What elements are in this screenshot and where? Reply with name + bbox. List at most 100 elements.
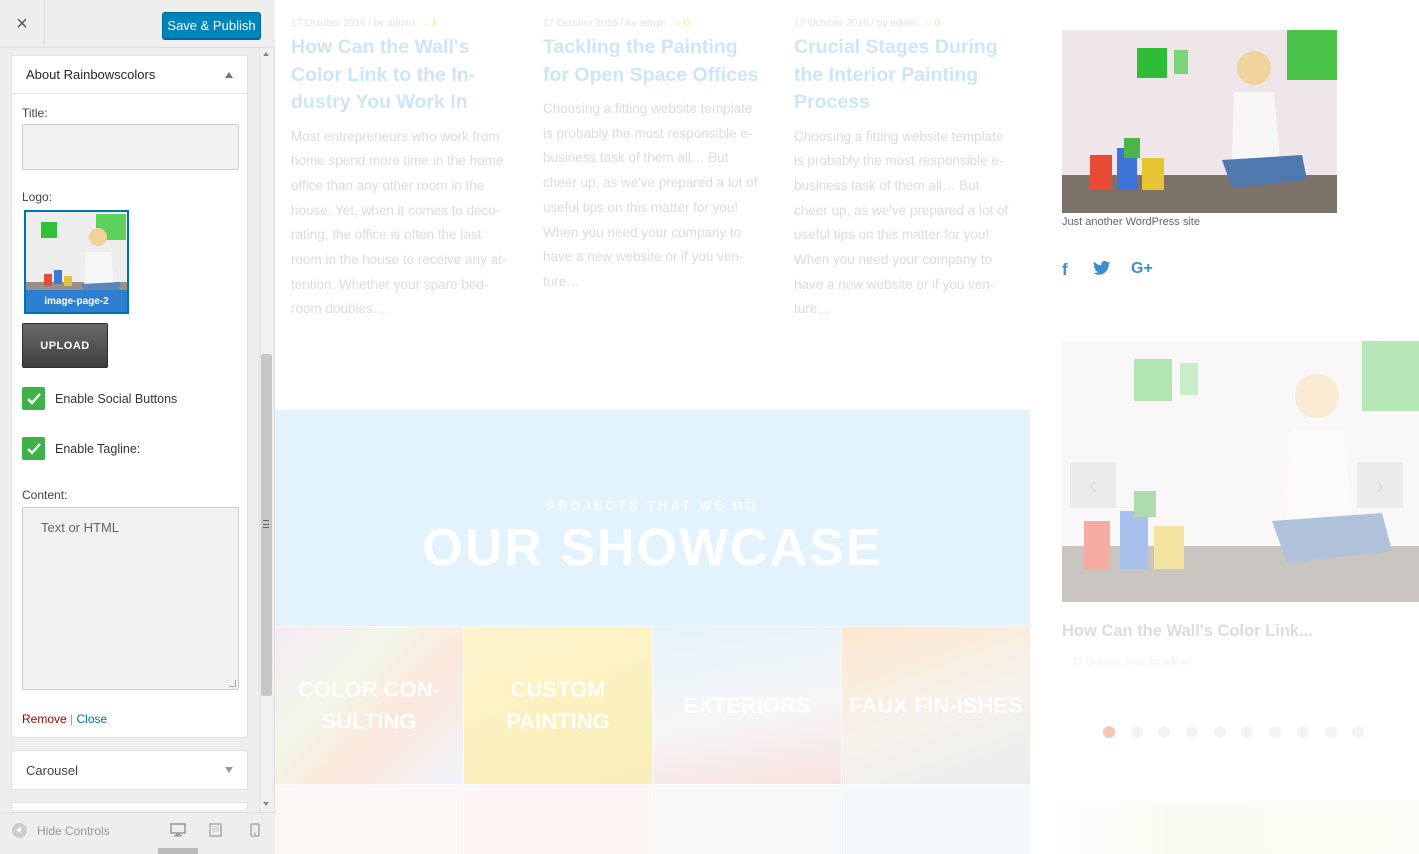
carousel-post-title[interactable]: How Can the Wall's Color Link...: [1062, 622, 1313, 641]
post-excerpt: Choosing a fitting website template is p…: [543, 101, 758, 289]
widget-actions: Remove | Close: [22, 712, 107, 726]
upload-button[interactable]: UPLOAD: [22, 323, 108, 368]
widget-carousel-header[interactable]: Carousel: [11, 750, 248, 790]
link-separator: |: [70, 712, 74, 726]
sidebar-scrollbar[interactable]: [259, 48, 273, 812]
showcase-tile[interactable]: EXTERIORS: [653, 627, 841, 784]
carousel-dot[interactable]: [1103, 726, 1115, 738]
hide-controls-label: Hide Controls: [37, 823, 110, 838]
save-publish-button[interactable]: Save & Publish: [162, 12, 261, 39]
carousel-dot[interactable]: [1186, 726, 1199, 738]
next-section-strip: [1062, 802, 1419, 854]
resize-handle-icon[interactable]: [229, 680, 236, 687]
mobile-icon[interactable]: [250, 823, 260, 842]
comment-count: 1: [431, 18, 438, 29]
carousel-prev-icon[interactable]: ‹: [1070, 462, 1116, 508]
tile-label: EXTERIORS: [683, 692, 811, 718]
hide-controls-button[interactable]: Hide Controls: [12, 823, 110, 838]
collapse-arrow-icon[interactable]: [225, 71, 233, 78]
content-placeholder: Text or HTML: [41, 520, 120, 535]
post-date-author: 17 October 2016 / by admin: [543, 18, 667, 29]
showcase-subtitle: PROJECTS THAT WE DO: [546, 498, 759, 513]
logo-label: Logo:: [22, 190, 53, 204]
checkmark-icon[interactable]: [22, 437, 45, 460]
enable-tagline-label: Enable Tagline:: [55, 441, 141, 456]
customizer-footer: Hide Controls: [0, 812, 275, 854]
twitter-icon[interactable]: [1093, 260, 1111, 281]
widget-title: About Rainbowscolors: [26, 67, 156, 82]
enable-social-checkbox[interactable]: Enable Social Buttons: [22, 387, 177, 410]
carousel-dot[interactable]: [1213, 726, 1226, 738]
post-date-author: 17 October 2016 / by admin: [794, 18, 918, 29]
post-title[interactable]: Tackling the Painting for Open Space Off…: [543, 34, 763, 89]
title-label: Title:: [22, 106, 48, 120]
site-preview: 17 October 2016 / by admin ○ 1 How Can t…: [275, 0, 1419, 854]
post-excerpt: Most entrepreneurs who work from home sp…: [291, 128, 507, 317]
comment-count: 0: [934, 18, 941, 29]
next-widget-edge: [11, 802, 248, 810]
comment-icon: ○: [422, 18, 429, 29]
logo-thumbnail[interactable]: image-page-2: [24, 210, 129, 314]
checkmark-icon[interactable]: [22, 387, 45, 410]
facebook-icon[interactable]: f: [1062, 260, 1068, 280]
post-title[interactable]: How Can the Wall's Color Link to the In-…: [291, 34, 511, 117]
carousel-post-meta: 17 October 2016 by admin: [1072, 657, 1190, 668]
carousel-dot[interactable]: [1269, 726, 1282, 738]
title-input[interactable]: [22, 124, 239, 170]
active-device-indicator: [158, 848, 198, 854]
post-date-author: 17 October 2016 / by admin: [291, 18, 415, 29]
carousel-dot[interactable]: [1324, 726, 1337, 738]
tablet-icon[interactable]: [209, 823, 222, 842]
post-meta: 17 October 2016 / by admin ○ 0: [794, 18, 1014, 34]
blog-post: 17 October 2016 / by admin ○ 0 Tackling …: [543, 18, 763, 295]
showcase-tile[interactable]: CUSTOM PAINTING: [464, 627, 652, 784]
showcase-tile-row2[interactable]: [842, 785, 1030, 854]
post-meta: 17 October 2016 / by admin ○ 0: [543, 18, 763, 34]
post-excerpt: Choosing a fitting website template is p…: [794, 128, 1009, 317]
tile-label: FAUX FIN-ISHES: [849, 692, 1023, 718]
blog-post: 17 October 2016 / by admin ○ 0 Crucial S…: [794, 18, 1014, 322]
scroll-up-icon[interactable]: [263, 52, 269, 56]
showcase-tile[interactable]: FAUX FIN-ISHES: [842, 627, 1030, 784]
post-meta: 17 October 2016 / by admin ○ 1: [291, 18, 511, 34]
logo-caption: image-page-2: [26, 290, 127, 312]
carousel-dot[interactable]: [1158, 726, 1171, 738]
showcase-section: PROJECTS THAT WE DO OUR SHOWCASE: [275, 410, 1030, 626]
widget-about-header[interactable]: About Rainbowscolors: [12, 56, 247, 94]
carousel-widget-title: Carousel: [26, 762, 79, 778]
scroll-down-icon[interactable]: [263, 802, 269, 806]
showcase-title: OUR SHOWCASE: [422, 519, 883, 577]
showcase-tile-row2[interactable]: [275, 785, 463, 854]
carousel-next-icon[interactable]: ›: [1357, 462, 1403, 508]
showcase-tile[interactable]: COLOR CON-SULTING: [275, 627, 463, 784]
remove-link[interactable]: Remove: [22, 712, 67, 726]
post-title[interactable]: Crucial Stages During the Interior Paint…: [794, 34, 1014, 117]
showcase-tile-row2[interactable]: [464, 785, 652, 854]
customizer-header: × Save & Publish: [0, 0, 275, 48]
collapse-left-icon[interactable]: [12, 823, 27, 838]
tile-label: CUSTOM PAINTING: [506, 676, 610, 734]
customizer-sidebar: × Save & Publish About Rainbowscolors Ti…: [0, 0, 275, 854]
showcase-tile-row2[interactable]: [653, 785, 841, 854]
tile-label: COLOR CON-SULTING: [298, 676, 440, 734]
content-textarea[interactable]: Text or HTML: [22, 507, 239, 690]
carousel-dot[interactable]: [1296, 726, 1309, 738]
google-plus-icon[interactable]: G+: [1131, 260, 1153, 278]
comment-icon: ○: [674, 18, 681, 29]
carousel-dot[interactable]: [1130, 726, 1143, 738]
carousel-dot[interactable]: [1241, 726, 1254, 738]
carousel-dot[interactable]: [1352, 726, 1365, 738]
site-tagline: Just another WordPress site: [1062, 216, 1200, 228]
comment-icon: ○: [925, 18, 932, 29]
scroll-grip-icon: [263, 520, 269, 528]
carousel-dots: [1103, 726, 1380, 738]
widget-about-panel: About Rainbowscolors Title: Logo: image-…: [11, 55, 248, 738]
comment-count: 0: [683, 18, 690, 29]
content-label: Content:: [22, 488, 68, 502]
about-logo-image: [1062, 30, 1337, 213]
enable-tagline-checkbox[interactable]: Enable Tagline:: [22, 437, 140, 460]
close-link[interactable]: Close: [77, 712, 108, 726]
close-customizer-button[interactable]: ×: [0, 0, 45, 48]
desktop-icon[interactable]: [170, 823, 186, 842]
expand-arrow-icon[interactable]: [225, 767, 233, 773]
